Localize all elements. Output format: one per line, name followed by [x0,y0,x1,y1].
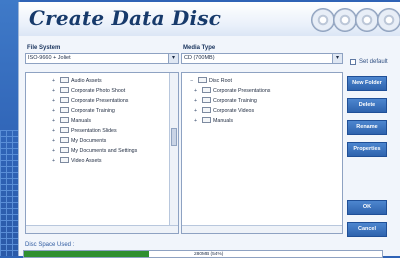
horizontal-scrollbar[interactable] [182,225,342,233]
folder-icon [60,147,69,153]
media-type-select[interactable]: CD (700MB) ▾ [181,53,343,64]
list-item[interactable]: + Corporate Videos [194,107,254,115]
create-data-disc-window: Create Data Disc File System ISO-9660 + … [18,2,400,258]
delete-button[interactable]: Delete [347,98,387,113]
vertical-scrollbar[interactable] [169,73,178,233]
list-item[interactable]: + Corporate Presentations [52,97,128,105]
horizontal-scrollbar[interactable] [26,225,178,233]
list-item[interactable]: + My Documents [52,137,106,145]
folder-icon [60,117,69,123]
disc-space-label: Disc Space Used : [25,242,75,248]
disc-space-bar: 280MB (54%) [23,250,383,258]
list-item[interactable]: + Manuals [194,117,233,125]
list-item[interactable]: + Corporate Training [194,97,257,105]
rename-button[interactable]: Rename [347,120,387,135]
disc-icon [333,8,357,32]
folder-icon [60,137,69,143]
media-type-label: Media Type [183,45,216,51]
disc-icon [311,8,335,32]
list-item[interactable]: + Manuals [52,117,91,125]
disc-root-folder-icon [198,77,207,83]
list-item[interactable]: + Audio Assets [52,77,102,85]
media-type-value: CD (700MB) [184,55,215,61]
list-item[interactable]: + Corporate Training [52,107,115,115]
disc-icon [355,8,379,32]
disc-icon [377,8,400,32]
folder-icon [60,157,69,163]
properties-button[interactable]: Properties [347,142,387,157]
list-item[interactable]: + Video Assets [52,157,102,165]
title-bar: Create Data Disc [19,2,400,36]
folder-icon [202,117,211,123]
folder-icon [60,107,69,113]
cancel-button[interactable]: Cancel [347,222,387,237]
file-system-select[interactable]: ISO-9660 + Joliet ▾ [25,53,179,64]
disc-space-fill [24,251,150,257]
folder-icon [202,97,211,103]
new-folder-button[interactable]: New Folder [347,76,387,91]
folder-icon [60,87,69,93]
folder-icon [60,127,69,133]
folder-icon [202,87,211,93]
list-item[interactable]: + Corporate Photo Shoot [52,87,125,95]
chevron-down-icon[interactable]: ▾ [332,54,342,63]
disc-space-value: 280MB (54%) [194,252,224,257]
folder-icon [60,97,69,103]
folder-icon [202,107,211,113]
ok-button[interactable]: OK [347,200,387,215]
desktop-grid-pattern [0,130,20,256]
disc-contents-panel[interactable]: − Disc Root + Corporate Presentations + Cor… [181,72,343,234]
list-item[interactable]: + Presentation Slides [52,127,117,135]
set-default-label: Set default [359,59,388,65]
set-default-checkbox[interactable] [350,59,356,65]
file-system-label: File System [27,45,61,51]
list-item[interactable]: + Corporate Presentations [194,87,270,95]
window-title: Create Data Disc [29,6,222,30]
list-item[interactable]: + My Documents and Settings [52,147,137,155]
chevron-down-icon[interactable]: ▾ [168,54,178,63]
list-item[interactable]: − Disc Root [190,77,232,85]
file-system-value: ISO-9660 + Joliet [28,55,71,61]
scrollbar-thumb[interactable] [171,128,177,146]
source-folder-panel[interactable]: + Audio Assets + Corporate Photo Shoot + Co… [25,72,179,234]
folder-icon [60,77,69,83]
